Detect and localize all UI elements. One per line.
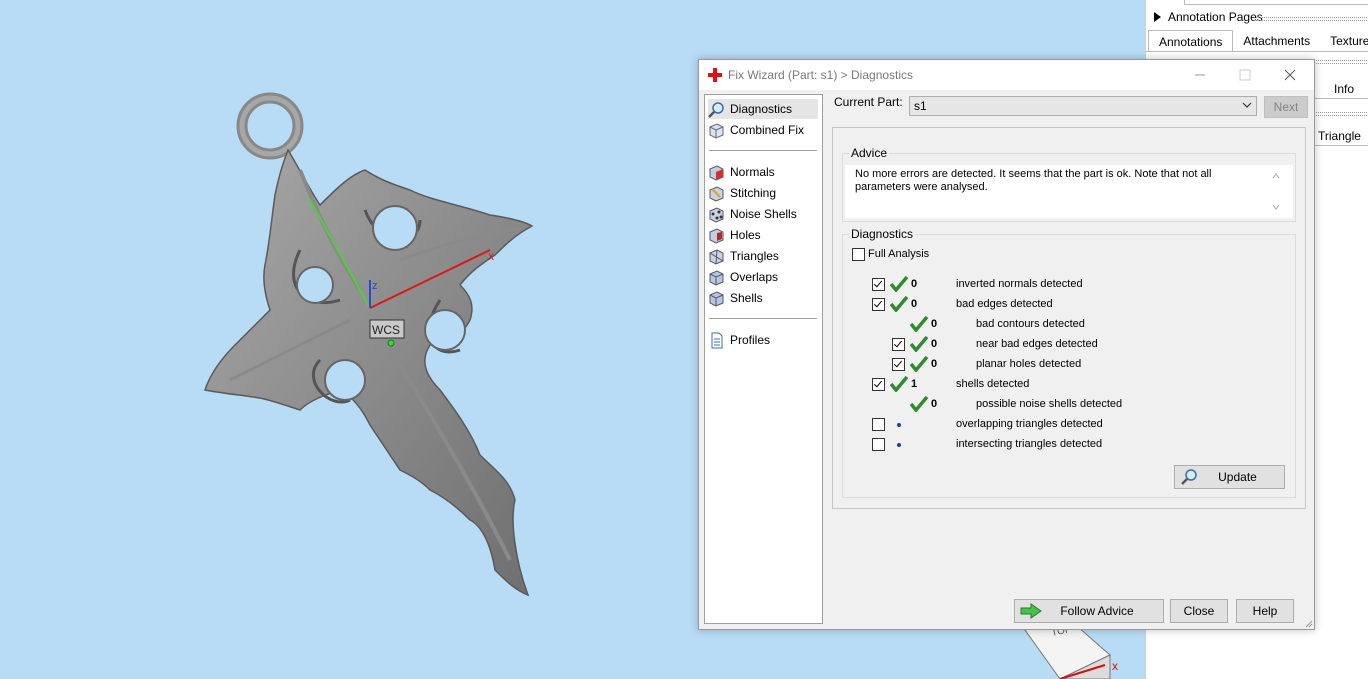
intersecting-triangles-label: intersecting triangles detected bbox=[956, 438, 1103, 450]
close-icon bbox=[1284, 69, 1296, 81]
tab-texture[interactable]: Texture bbox=[1320, 30, 1368, 51]
resize-grip-icon[interactable] bbox=[1303, 618, 1313, 628]
planar-holes-label: planar holes detected bbox=[976, 358, 1082, 370]
inverted-normals-count: 0 bbox=[911, 278, 918, 290]
info-label: Info bbox=[1334, 82, 1355, 96]
magnifier-icon bbox=[1181, 469, 1197, 485]
current-part-value: s1 bbox=[914, 99, 927, 113]
near-bad-edges-checkbox[interactable] bbox=[892, 338, 905, 351]
annotation-tabs: Annotations Attachments Texture bbox=[1148, 30, 1368, 52]
minimize-button[interactable] bbox=[1185, 64, 1215, 86]
triangles-icon bbox=[709, 248, 724, 265]
advice-textbox[interactable]: No more errors are detected. It seems th… bbox=[845, 165, 1293, 218]
planar-holes-count: 0 bbox=[931, 358, 938, 370]
green-arrow-icon bbox=[1020, 603, 1042, 619]
planar-holes-checkbox[interactable] bbox=[892, 358, 905, 371]
nav-item-triangles[interactable]: Triangles bbox=[708, 246, 818, 266]
leaf-hole bbox=[372, 205, 418, 251]
scroll-down-icon[interactable] bbox=[1271, 202, 1281, 212]
bad-edges-checkbox[interactable] bbox=[872, 298, 885, 311]
bad-edges-count: 0 bbox=[911, 298, 918, 310]
current-part-select[interactable]: s1 bbox=[909, 96, 1257, 116]
dialog-title: Fix Wizard (Part: s1) > Diagnostics bbox=[728, 68, 914, 82]
normals-icon bbox=[709, 164, 724, 181]
bad-contours-count: 0 bbox=[931, 318, 938, 330]
stitching-icon bbox=[709, 185, 724, 202]
nav-item-normals[interactable]: Normals bbox=[708, 162, 818, 182]
chevron-down-icon bbox=[1242, 102, 1252, 108]
full-analysis-label: Full Analysis bbox=[868, 248, 930, 260]
green-check-icon bbox=[910, 316, 928, 332]
not-analysed-dot-icon bbox=[897, 423, 901, 427]
triangle-column-header[interactable]: Triangle bbox=[1318, 129, 1361, 143]
next-button[interactable]: Next bbox=[1264, 96, 1308, 118]
magnifier-icon bbox=[708, 101, 724, 118]
holes-icon bbox=[709, 227, 724, 244]
noise-shells-label: possible noise shells detected bbox=[976, 398, 1123, 410]
noise-shells-count: 0 bbox=[931, 398, 938, 410]
expand-triangle-icon bbox=[1154, 12, 1161, 22]
close-window-button[interactable] bbox=[1275, 64, 1305, 86]
red-cross-icon bbox=[708, 68, 722, 82]
green-check-icon bbox=[910, 356, 928, 372]
update-button[interactable]: Update bbox=[1174, 465, 1285, 489]
near-bad-edges-count: 0 bbox=[931, 338, 938, 350]
tab-annotations[interactable]: Annotations bbox=[1148, 30, 1234, 52]
panel-top-field bbox=[1184, 0, 1368, 5]
near-bad-edges-label: near bad edges detected bbox=[976, 338, 1098, 350]
z-axis-label: z bbox=[372, 280, 378, 292]
bad-contours-label: bad contours detected bbox=[976, 318, 1085, 330]
dialog-titlebar[interactable]: Fix Wizard (Part: s1) > Diagnostics bbox=[699, 60, 1314, 90]
noise-shells-icon bbox=[709, 206, 724, 223]
bad-edges-label: bad edges detected bbox=[956, 298, 1053, 310]
shells-icon bbox=[709, 290, 724, 307]
inverted-normals-label: inverted normals detected bbox=[956, 278, 1083, 290]
shells-count: 1 bbox=[911, 378, 918, 390]
maximize-icon bbox=[1239, 69, 1251, 81]
help-button[interactable]: Help bbox=[1236, 599, 1294, 623]
fix-wizard-dialog: Fix Wizard (Part: s1) > Diagnostics Diag… bbox=[698, 59, 1315, 630]
follow-advice-button[interactable]: Follow Advice bbox=[1014, 599, 1164, 623]
shells-label: shells detected bbox=[956, 378, 1030, 390]
nav-item-diagnostics[interactable]: Diagnostics bbox=[708, 99, 818, 119]
full-analysis-checkbox[interactable] bbox=[852, 248, 865, 261]
wcs-label: WCS bbox=[372, 323, 400, 337]
nav-item-holes[interactable]: Holes bbox=[708, 225, 818, 245]
green-check-icon bbox=[890, 276, 908, 292]
annotation-pages-header[interactable]: Annotation Pages bbox=[1154, 10, 1263, 24]
shells-checkbox[interactable] bbox=[872, 378, 885, 391]
overlapping-triangles-label: overlapping triangles detected bbox=[956, 418, 1103, 430]
x-axis-label: x bbox=[488, 249, 494, 263]
inverted-normals-checkbox[interactable] bbox=[872, 278, 885, 291]
not-analysed-dot-icon bbox=[897, 443, 901, 447]
nav-item-combined-fix[interactable]: Combined Fix bbox=[708, 120, 818, 140]
advice-title: Advice bbox=[849, 146, 890, 160]
intersecting-triangles-checkbox[interactable] bbox=[872, 438, 885, 451]
current-part-label: Current Part: bbox=[834, 95, 903, 109]
svg-text:x: x bbox=[1112, 659, 1118, 673]
diagnostics-panel: Advice No more errors are detected. It s… bbox=[832, 127, 1306, 509]
scroll-up-icon[interactable] bbox=[1271, 171, 1281, 181]
splitter-handle[interactable] bbox=[1254, 17, 1368, 21]
green-check-icon bbox=[890, 376, 908, 392]
nav-item-profiles[interactable]: Profiles bbox=[708, 330, 818, 350]
maximize-button[interactable] bbox=[1230, 64, 1260, 86]
diagnostics-title: Diagnostics bbox=[849, 227, 916, 241]
nav-item-overlaps[interactable]: Overlaps bbox=[708, 267, 818, 287]
combined-fix-icon bbox=[709, 122, 724, 139]
close-button[interactable]: Close bbox=[1170, 599, 1228, 623]
overlapping-triangles-checkbox[interactable] bbox=[872, 418, 885, 431]
nav-item-shells[interactable]: Shells bbox=[708, 288, 818, 308]
fix-wizard-nav: Diagnostics Combined Fix Normals Stitchi… bbox=[704, 94, 823, 624]
green-check-icon bbox=[910, 336, 928, 352]
green-check-icon bbox=[910, 396, 928, 412]
advice-text: No more errors are detected. It seems th… bbox=[855, 168, 1212, 193]
tab-attachments[interactable]: Attachments bbox=[1233, 30, 1320, 51]
nav-item-noise-shells[interactable]: Noise Shells bbox=[708, 204, 818, 224]
overlaps-icon bbox=[709, 269, 724, 286]
green-check-icon bbox=[890, 296, 908, 312]
profile-document-icon bbox=[711, 332, 723, 348]
nav-item-stitching[interactable]: Stitching bbox=[708, 183, 818, 203]
minimize-icon bbox=[1195, 74, 1205, 76]
